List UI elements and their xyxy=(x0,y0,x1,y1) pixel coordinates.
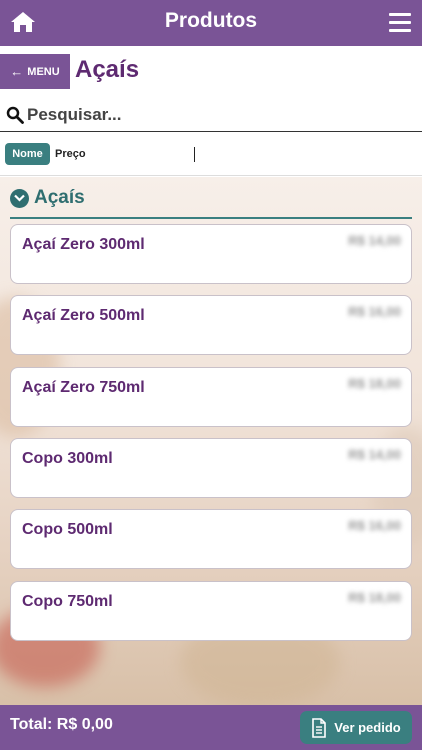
product-name: Açaí Zero 300ml xyxy=(22,236,145,253)
chevron-down-circle-icon xyxy=(10,188,29,208)
product-card[interactable]: Copo 750ml R$ 18,00 xyxy=(10,581,412,641)
view-order-button[interactable]: Ver pedido xyxy=(300,711,412,744)
product-price: R$ 14,00 xyxy=(348,233,401,248)
search-input[interactable] xyxy=(27,104,407,125)
product-price: R$ 14,00 xyxy=(348,447,401,462)
top-bar: Produtos xyxy=(0,0,422,46)
app-title: Produtos xyxy=(164,9,258,32)
product-price: R$ 16,00 xyxy=(348,518,401,533)
product-name: Copo 750ml xyxy=(22,593,113,610)
hamburger-icon xyxy=(389,13,411,16)
product-price: R$ 16,00 xyxy=(348,304,401,319)
order-total: Total: R$ 0,00 xyxy=(10,716,113,733)
product-price: R$ 18,00 xyxy=(348,590,401,605)
product-name: Copo 500ml xyxy=(22,521,113,538)
product-card[interactable]: Copo 500ml R$ 16,00 xyxy=(10,509,412,569)
product-name: Copo 300ml xyxy=(22,450,113,467)
back-button-label: MENU xyxy=(27,65,60,78)
product-name: Açaí Zero 750ml xyxy=(22,379,145,396)
product-name: Açaí Zero 500ml xyxy=(22,307,145,324)
product-list-area[interactable]: Açaís Açaí Zero 300ml R$ 14,00 Açaí Zero… xyxy=(0,177,422,705)
document-icon xyxy=(312,717,327,738)
sort-bar: Nome Preço xyxy=(0,133,422,176)
sort-by-price-button[interactable]: Preço xyxy=(55,148,86,160)
search-bar xyxy=(0,98,422,132)
product-card[interactable]: Açaí Zero 300ml R$ 14,00 xyxy=(10,224,412,284)
section-divider xyxy=(10,217,412,219)
product-card[interactable]: Copo 300ml R$ 14,00 xyxy=(10,438,412,498)
product-price: R$ 18,00 xyxy=(348,376,401,391)
arrow-left-icon: ← xyxy=(10,64,24,79)
section-header[interactable]: Açaís xyxy=(10,187,85,209)
back-to-menu-button[interactable]: ← MENU xyxy=(0,54,70,89)
product-card[interactable]: Açaí Zero 750ml R$ 18,00 xyxy=(10,367,412,427)
product-card[interactable]: Açaí Zero 500ml R$ 16,00 xyxy=(10,295,412,355)
sort-by-name-button[interactable]: Nome xyxy=(5,143,50,165)
bottom-bar: Total: R$ 0,00 Ver pedido xyxy=(0,705,422,750)
hamburger-menu-button[interactable] xyxy=(389,13,411,33)
page-title: Açaís xyxy=(75,56,140,83)
section-title: Açaís xyxy=(34,187,85,208)
text-cursor xyxy=(194,147,195,162)
sub-header: ← MENU Açaís xyxy=(0,46,422,96)
view-order-label: Ver pedido xyxy=(334,720,401,735)
search-icon xyxy=(6,106,24,124)
